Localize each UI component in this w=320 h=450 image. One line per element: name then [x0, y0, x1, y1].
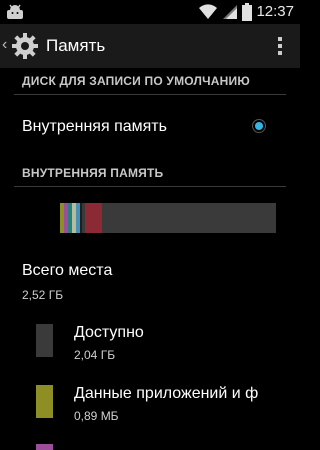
back-chevron-icon[interactable]: ‹ — [2, 36, 7, 54]
signal-icon — [223, 5, 238, 19]
total-space-value: 2,52 ГБ — [22, 288, 64, 302]
section-header-internal-memory: ВНУТРЕННЯЯ ПАМЯТЬ — [22, 166, 164, 180]
storage-usage-bar — [60, 203, 276, 233]
status-bar: 12:37 — [0, 0, 300, 24]
app-data-label: Данные приложений и ф — [74, 385, 259, 402]
wifi-icon — [199, 4, 218, 20]
notification-area — [6, 4, 24, 25]
settings-gear-icon[interactable] — [10, 31, 40, 66]
app-data-value: 0,89 МБ — [74, 409, 119, 423]
section-header-default-disk: ДИСК ДЛЯ ЗАПИСИ ПО УМОЛЧАНИЮ — [22, 74, 250, 88]
total-space-label: Всего места — [22, 262, 113, 279]
section-divider — [14, 94, 286, 95]
available-value: 2,04 ГБ — [74, 348, 116, 362]
usage-segment-7 — [84, 203, 102, 233]
battery-icon — [242, 3, 253, 21]
available-color-swatch — [36, 324, 53, 357]
android-notification-icon — [7, 4, 23, 19]
section-divider — [14, 186, 286, 187]
page-title: Память — [46, 36, 106, 55]
default-disk-option-label: Внутренняя память — [22, 118, 167, 135]
next-item-color-swatch — [36, 444, 53, 450]
clock: 12:37 — [256, 3, 294, 20]
app-data-color-swatch — [36, 385, 53, 418]
action-bar: ‹ Память — [0, 24, 300, 68]
overflow-menu-icon[interactable] — [278, 37, 282, 58]
available-label: Доступно — [74, 324, 144, 341]
default-disk-radio[interactable] — [252, 119, 266, 133]
